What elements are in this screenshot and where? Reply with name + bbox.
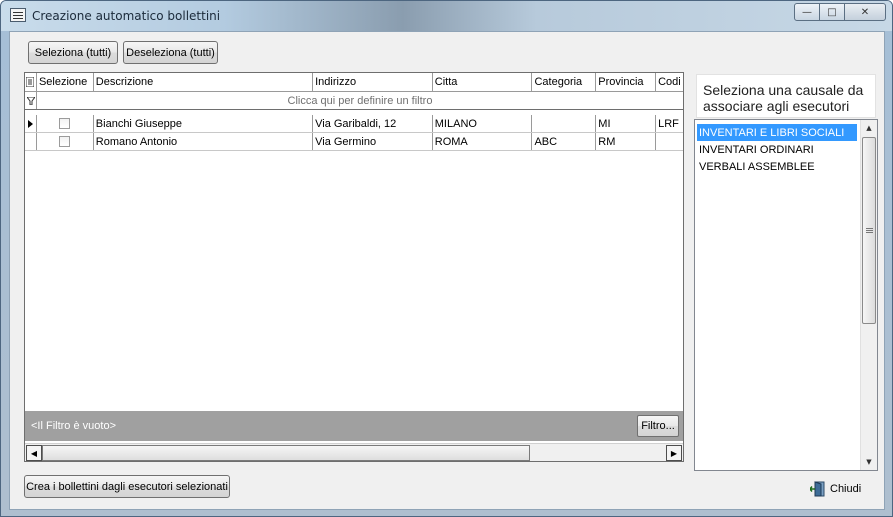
column-header-categoria[interactable]: Categoria: [532, 73, 597, 91]
causale-prompt: Seleziona una causale da associare agli …: [696, 74, 876, 118]
filter-icon: [25, 92, 37, 109]
causale-listbox[interactable]: INVENTARI E LIBRI SOCIALI INVENTARI ORDI…: [694, 119, 878, 471]
maximize-icon: □: [827, 6, 837, 18]
column-header-citta[interactable]: Citta: [433, 73, 533, 91]
row-header: [25, 133, 37, 150]
column-header-provincia[interactable]: Provincia: [596, 73, 657, 91]
current-row-indicator-icon: [25, 115, 37, 132]
cell-citta[interactable]: MILANO: [433, 115, 533, 132]
close-label: Chiudi: [830, 483, 862, 495]
minimize-button[interactable]: —: [794, 3, 820, 21]
horizontal-scrollbar[interactable]: ◀ ▶: [25, 443, 683, 461]
cell-indirizzo[interactable]: Via Garibaldi, 12: [313, 115, 433, 132]
cell-provincia[interactable]: RM: [596, 133, 657, 150]
cell-indirizzo[interactable]: Via Germino: [313, 133, 433, 150]
cell-provincia[interactable]: MI: [596, 115, 657, 132]
cell-descrizione[interactable]: Bianchi Giuseppe: [94, 115, 314, 132]
column-chooser-icon[interactable]: [25, 73, 37, 91]
deselect-all-button[interactable]: Deseleziona (tutti): [123, 41, 218, 64]
row-select-checkbox[interactable]: [37, 115, 94, 132]
executors-grid: Selezione Descrizione Indirizzo Citta Ca…: [24, 72, 684, 462]
exit-door-icon: [809, 481, 826, 497]
list-item[interactable]: INVENTARI E LIBRI SOCIALI: [697, 124, 857, 141]
filter-hint: Clicca qui per definire un filtro: [287, 94, 433, 107]
filter-status-text: <Il Filtro è vuoto>: [31, 420, 116, 432]
list-item[interactable]: VERBALI ASSEMBLEE: [697, 158, 857, 175]
create-bollettini-button[interactable]: Crea i bollettini dagli esecutori selezi…: [24, 475, 230, 498]
filter-row[interactable]: Clicca qui per definire un filtro: [25, 92, 683, 110]
cell-codice[interactable]: [656, 133, 683, 150]
table-row[interactable]: Romano Antonio Via Germino ROMA ABC RM: [25, 133, 683, 151]
scroll-up-icon[interactable]: ▲: [861, 120, 877, 136]
maximize-button[interactable]: □: [819, 3, 845, 21]
window-title: Creazione automatico bollettini: [32, 9, 221, 23]
cell-citta[interactable]: ROMA: [433, 133, 533, 150]
dialog-body: Seleziona (tutti) Deseleziona (tutti) Se…: [9, 31, 885, 510]
close-icon: ✕: [860, 6, 870, 18]
vertical-scrollbar[interactable]: ▲ ▼: [860, 120, 877, 470]
scroll-left-icon[interactable]: ◀: [26, 445, 42, 461]
row-select-checkbox[interactable]: [37, 133, 94, 150]
filter-button[interactable]: Filtro...: [637, 415, 679, 437]
cell-categoria[interactable]: [532, 115, 597, 132]
select-all-button[interactable]: Seleziona (tutti): [28, 41, 118, 64]
column-header-descrizione[interactable]: Descrizione: [94, 73, 314, 91]
column-header-selezione[interactable]: Selezione: [37, 73, 94, 91]
horizontal-scroll-thumb[interactable]: [42, 445, 530, 461]
main-window: Creazione automatico bollettini — □ ✕ Se…: [0, 0, 893, 517]
scroll-down-icon[interactable]: ▼: [861, 454, 877, 470]
cell-categoria[interactable]: ABC: [532, 133, 597, 150]
cell-codice[interactable]: LRF: [656, 115, 683, 132]
close-window-button[interactable]: ✕: [844, 3, 886, 21]
table-row[interactable]: Bianchi Giuseppe Via Garibaldi, 12 MILAN…: [25, 115, 683, 133]
scroll-right-icon[interactable]: ▶: [666, 445, 682, 461]
title-bar[interactable]: Creazione automatico bollettini — □ ✕: [1, 1, 892, 31]
column-header-codice[interactable]: Codi: [656, 73, 683, 91]
filter-status-bar: <Il Filtro è vuoto> Filtro...: [25, 411, 683, 441]
vertical-scroll-thumb[interactable]: [862, 137, 876, 324]
app-icon: [10, 8, 26, 22]
list-item[interactable]: INVENTARI ORDINARI: [697, 141, 857, 158]
minimize-icon: —: [802, 6, 812, 18]
cell-descrizione[interactable]: Romano Antonio: [94, 133, 314, 150]
column-header-indirizzo[interactable]: Indirizzo: [313, 73, 433, 91]
grid-header: Selezione Descrizione Indirizzo Citta Ca…: [25, 73, 683, 92]
close-button[interactable]: Chiudi: [809, 481, 862, 497]
